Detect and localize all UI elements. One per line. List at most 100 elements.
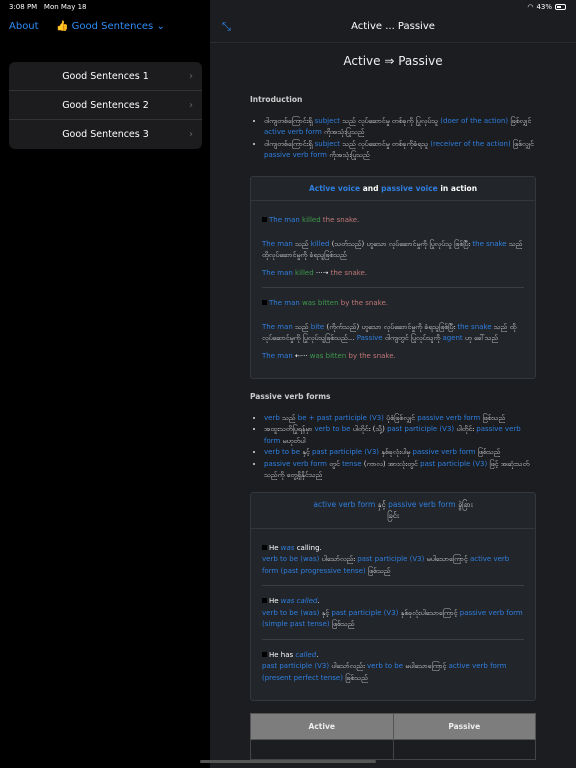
example-diagram: The man ⇠··· was bitten by the snake.	[262, 351, 524, 363]
example-sentence: The man killed the snake.	[262, 215, 524, 227]
menu-title: Good Sentences	[71, 21, 154, 32]
text-run: tense	[342, 459, 362, 468]
text-run: the snake	[472, 239, 507, 248]
nav-title: Active ... Passive	[351, 21, 435, 32]
list-item: passive verb form တွင် tense (ကာလ) အားလု…	[264, 459, 536, 482]
text-run: Passive	[356, 334, 383, 342]
column-header-passive: Passive	[392, 713, 536, 740]
text-run: passive verb form	[264, 459, 327, 468]
example-explanation: The man သည် killed (သတ်သည်) ဟူသော လုပ်ဆေ…	[262, 239, 524, 262]
text-run: past participle (V3)	[357, 555, 425, 563]
text-run: The man	[269, 299, 300, 307]
text-run: the snake	[457, 322, 492, 331]
text-run: killed	[299, 216, 321, 224]
list-item: verb သည် be + past participle (V3) ပုံစံ…	[264, 413, 536, 425]
sentence-text: He was called.	[269, 597, 320, 605]
card-header: active verb form နှင့် passive verb form…	[251, 493, 535, 529]
example-sentence: He was calling.	[262, 543, 524, 555]
text-run: ဖြစ်သည်	[480, 413, 506, 422]
text-run: verb to be	[264, 448, 300, 456]
text-run: သည်	[292, 322, 311, 331]
sentences-list: Good Sentences 1 › Good Sentences 2 › Good…	[9, 62, 202, 149]
text-run: သည်	[279, 413, 298, 422]
text-run: He has	[269, 650, 296, 659]
text-run: (သတ်သည်) ဟူသော လုပ်ဆောင်မှုကို ပြုလုပ်သူ…	[329, 239, 473, 248]
list-item: verb to be နှင့် past participle (V3) နှ…	[264, 447, 536, 459]
example-passive: The man was bitten by the snake. The man…	[262, 288, 524, 370]
text-run: ဝါကျတစ်ကြောင်းရှိ	[264, 139, 315, 148]
voice-in-action-card: Active voice and passive voice in action…	[250, 175, 536, 379]
text-run: He	[269, 597, 281, 605]
text-run: by the snake.	[338, 299, 388, 307]
intro-heading: Introduction	[250, 95, 303, 104]
sidebar: 3:08 PM Mon May 18 About 👍 Good Sentence…	[0, 0, 210, 768]
text-run: ပါတိုင်း	[454, 425, 477, 433]
text-run: was bitten	[299, 299, 339, 307]
example-item: He was calling. verb to be (was) ပါသော်လည…	[262, 537, 524, 586]
text-run: verb	[264, 413, 280, 422]
text-run: the snake.	[330, 268, 368, 277]
text-run: passive voice	[381, 183, 438, 193]
text-run: သည်	[292, 239, 311, 248]
text-run: agent	[442, 334, 463, 342]
text-run: be + past participle (V3)	[297, 413, 384, 422]
text-run: in action	[437, 183, 478, 193]
text-run: .	[316, 650, 319, 659]
text-run: killed	[310, 239, 330, 248]
bullet-square-icon	[262, 217, 267, 222]
text-run: ···➝	[315, 268, 331, 277]
bullet-square-icon	[262, 300, 267, 305]
text-run: (ကာလ) အားလုံးတွင်	[361, 459, 421, 468]
text-run: The man	[262, 268, 293, 277]
list-item-label: Good Sentences 2	[62, 99, 149, 111]
text-run: ဝါကျတစ်ကြောင်းရှိ	[264, 116, 315, 125]
pvf-heading: Passive verb forms	[250, 392, 331, 401]
text-run: calling.	[294, 543, 322, 552]
article: Introduction ဝါကျတစ်ကြောင်းရှိ subject သ…	[250, 94, 536, 760]
status-indicators: ◠ 43%	[527, 3, 566, 11]
chevron-right-icon: ›	[189, 99, 193, 111]
list-item-good-sentences-3[interactable]: Good Sentences 3 ›	[9, 120, 202, 149]
status-time-date: 3:08 PM Mon May 18	[9, 3, 87, 11]
detail-pane[interactable]: ◠ 43% ⤡ Active ... Passive Active ⇒ Passi…	[210, 0, 576, 768]
thumbs-up-icon: 👍	[56, 21, 69, 32]
example-diagram: The man killed ···➝ the snake.	[262, 268, 524, 280]
nav-divider	[210, 42, 576, 43]
list-item-label: Good Sentences 3	[62, 129, 149, 140]
text-run: ပါတိုင်း (သို့)	[350, 425, 388, 433]
text-run: ဖြစ်လျှင်	[508, 116, 532, 125]
list-item: ဝါကျတစ်ကြောင်းရှိ subject သည် လုပ်ဆောင်မ…	[264, 139, 536, 162]
text-run: ဝါကျတွင် ပြုလုပ်သူကို	[382, 334, 443, 342]
status-time: 3:08 PM	[9, 3, 38, 11]
text-run: ပါသော်လည်း	[319, 555, 358, 563]
text-run: past participle (V3)	[311, 448, 380, 456]
column-header-active: Active	[250, 713, 394, 740]
text-run: subject	[314, 116, 340, 125]
sentences-menu-button[interactable]: 👍 Good Sentences ⌄	[56, 21, 165, 32]
sentence-text: He was calling.	[269, 544, 322, 552]
text-run: ပုံစံဖြစ်လျှင်	[383, 413, 418, 422]
text-run: called	[295, 650, 317, 659]
home-indicator[interactable]	[200, 760, 376, 763]
list-item-good-sentences-2[interactable]: Good Sentences 2 ›	[9, 91, 202, 120]
text-run: was bitten	[309, 351, 347, 360]
chevron-right-icon: ›	[189, 70, 193, 82]
wifi-icon: ◠	[527, 3, 534, 11]
text-run: နှင့်	[375, 499, 389, 509]
text-run: ⇠···	[295, 351, 310, 360]
list-item-good-sentences-1[interactable]: Good Sentences 1 ›	[9, 62, 202, 91]
distinguish-card: active verb form နှင့် passive verb form…	[250, 491, 536, 701]
text-run: passive verb form	[264, 151, 327, 159]
text-run: past participle (V3)	[262, 662, 330, 670]
text-run: He	[269, 543, 281, 552]
example-sentence: The man was bitten by the snake.	[262, 298, 524, 310]
text-run: passive verb form	[412, 448, 476, 456]
battery-icon	[555, 4, 566, 10]
text-run: ဖြစ်သည်	[365, 566, 391, 575]
text-run: (ကိုက်သည်) ဟူသော လုပ်ဆောင်မှုကို ခံရသူဖြ…	[324, 322, 458, 331]
text-run: သည် လုပ်ဆောင်မှု တစ်ခုကိုခံရသူ	[339, 139, 431, 148]
about-button[interactable]: About	[9, 21, 39, 32]
status-date: Mon May 18	[43, 3, 87, 11]
example-active: The man killed the snake. The man သည် ki…	[262, 209, 524, 288]
text-run: verb to be	[314, 425, 351, 433]
